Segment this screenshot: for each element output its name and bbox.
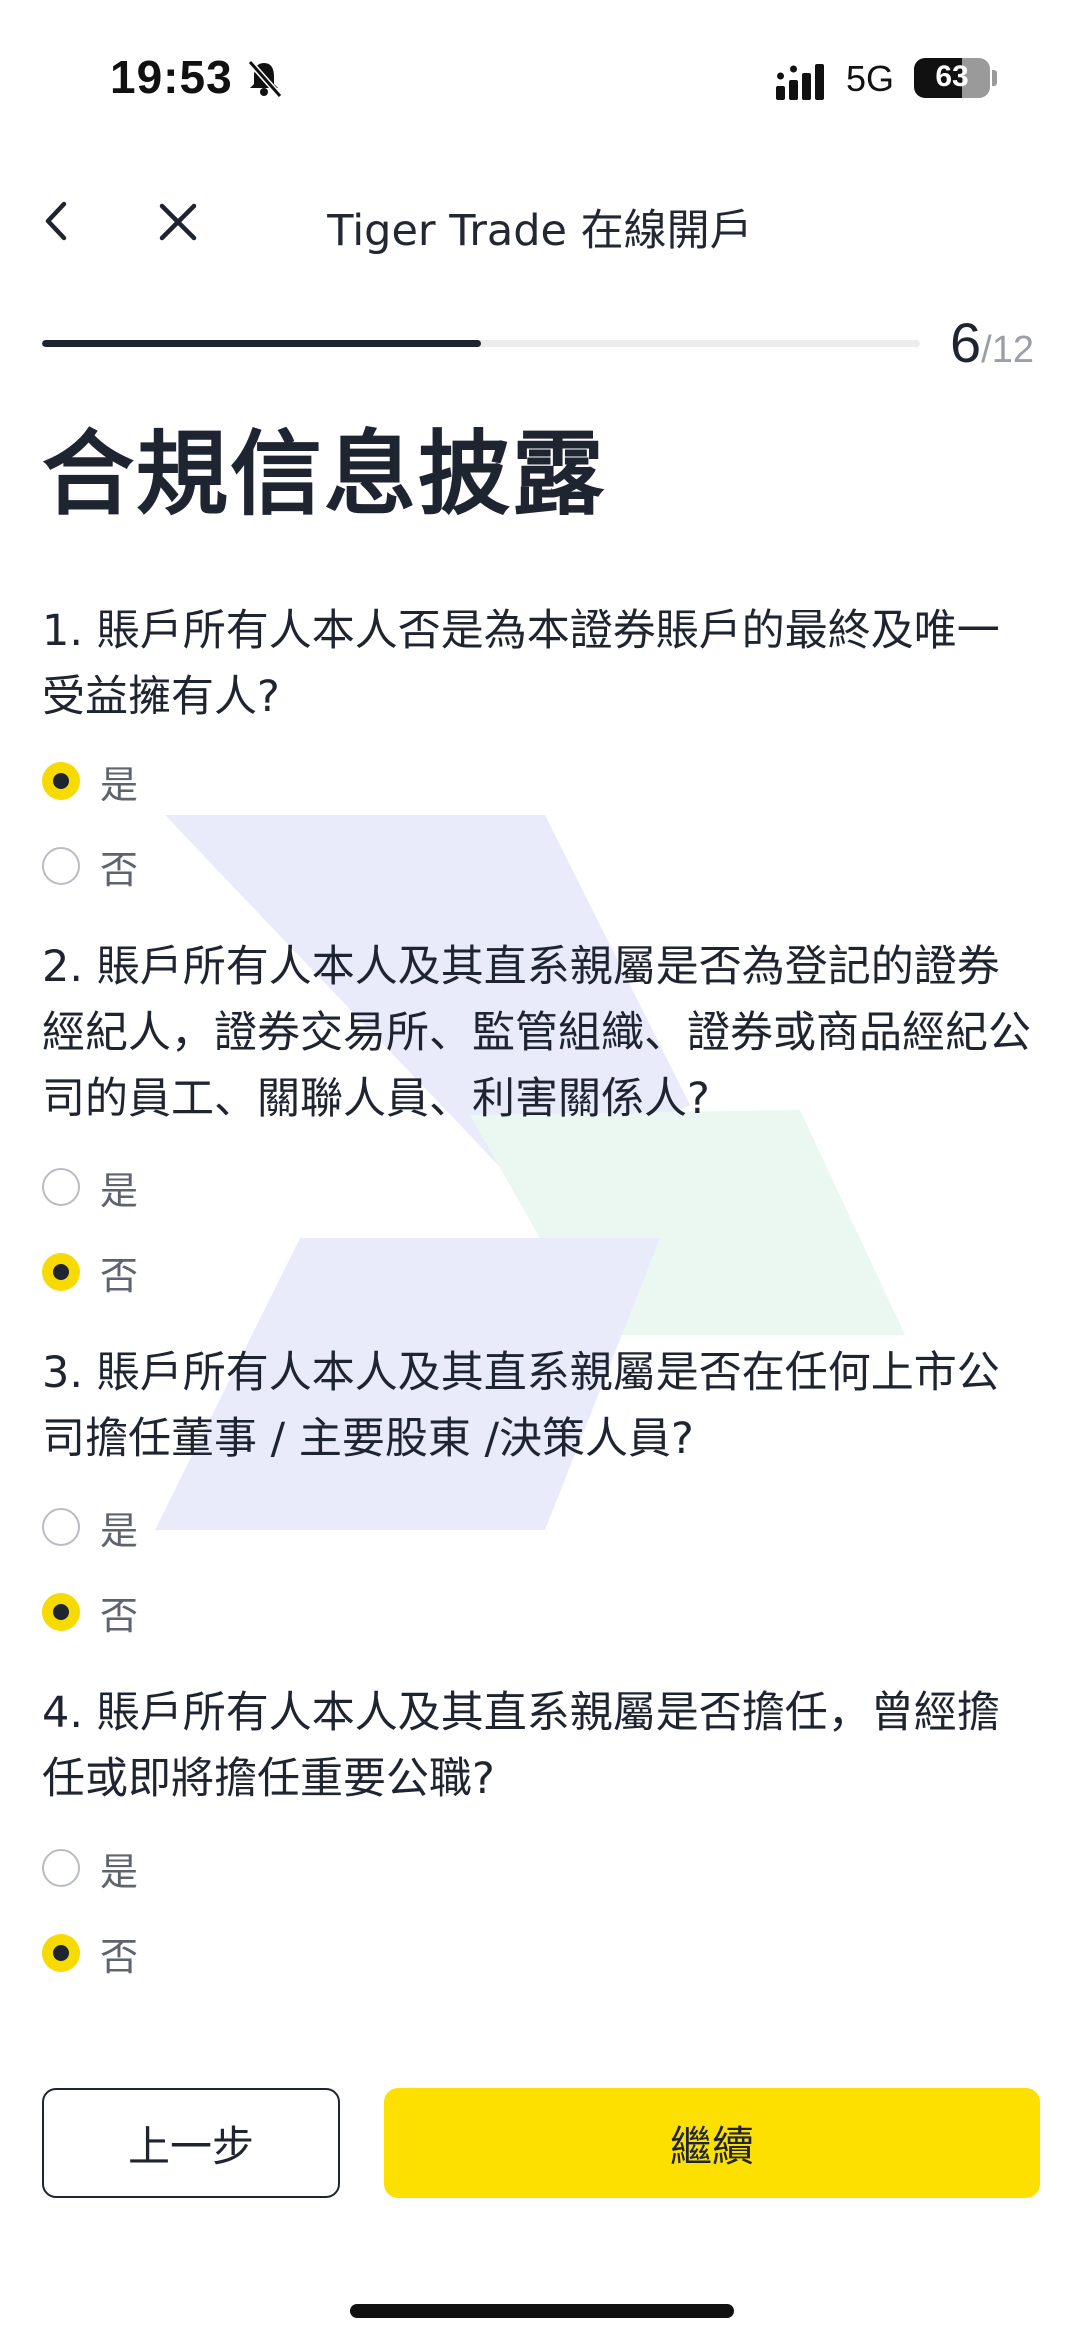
bell-slash-icon <box>247 60 283 98</box>
option-label: 否 <box>100 1593 139 1638</box>
radio-button[interactable] <box>42 1849 80 1887</box>
question-1-option-no[interactable]: 否 <box>42 836 138 896</box>
question-4-option-no[interactable]: 否 <box>42 1923 138 1983</box>
step-counter: 6/12 <box>950 310 1034 375</box>
home-indicator <box>350 2304 734 2318</box>
continue-button[interactable]: 繼續 <box>384 2088 1040 2198</box>
nav-title: Tiger Trade 在線開戶 <box>327 206 753 256</box>
option-label: 否 <box>100 847 139 892</box>
radio-button[interactable] <box>42 1508 80 1546</box>
battery-nub <box>992 70 997 86</box>
question-3-option-yes[interactable]: 是 <box>42 1497 138 1557</box>
radio-button[interactable] <box>42 762 80 800</box>
step-total: /12 <box>981 329 1034 371</box>
close-icon[interactable] <box>156 200 200 244</box>
radio-button[interactable] <box>42 847 80 885</box>
radio-button[interactable] <box>42 1593 80 1631</box>
progress-fill <box>42 340 481 347</box>
option-label: 是 <box>100 1849 139 1894</box>
question-3-option-no[interactable]: 否 <box>42 1582 138 1642</box>
option-label: 是 <box>100 1508 139 1553</box>
option-label: 否 <box>100 1934 139 1979</box>
status-time: 19:53 <box>110 51 233 103</box>
option-label: 是 <box>100 1168 139 1213</box>
previous-step-button[interactable]: 上一步 <box>42 2088 340 2198</box>
chevron-left-icon[interactable] <box>36 196 80 246</box>
question-1-option-yes[interactable]: 是 <box>42 751 138 811</box>
question-2-text: 2. 賬戶所有人本人及其直系親屬是否為登記的證券經紀人，證券交易所、監管組織、證… <box>42 942 1031 1124</box>
step-current: 6 <box>950 311 982 374</box>
battery-icon: 63 <box>914 58 990 98</box>
question-2-option-yes[interactable]: 是 <box>42 1157 138 1217</box>
question-3-text: 3. 賬戶所有人本人及其直系親屬是否在任何上市公司擔任董事 / 主要股東 /決策… <box>42 1348 1000 1464</box>
question-4-text: 4. 賬戶所有人本人及其直系親屬是否擔任，曾經擔任或即將擔任重要公職? <box>42 1688 1000 1804</box>
progress-bar <box>42 340 920 347</box>
question-1-text: 1. 賬戶所有人本人否是為本證券賬戶的最終及唯一受益擁有人? <box>42 606 1000 722</box>
radio-button[interactable] <box>42 1253 80 1291</box>
signal-icon <box>776 64 824 100</box>
page-title: 合規信息披露 <box>42 421 607 528</box>
network-type: 5G <box>846 58 895 99</box>
option-label: 是 <box>100 762 139 807</box>
radio-button[interactable] <box>42 1168 80 1206</box>
radio-button[interactable] <box>42 1934 80 1972</box>
option-label: 否 <box>100 1253 139 1298</box>
battery-level: 63 <box>935 60 969 93</box>
tiger-logo-watermark <box>155 815 905 1530</box>
question-4-option-yes[interactable]: 是 <box>42 1838 138 1898</box>
question-2-option-no[interactable]: 否 <box>42 1242 138 1302</box>
